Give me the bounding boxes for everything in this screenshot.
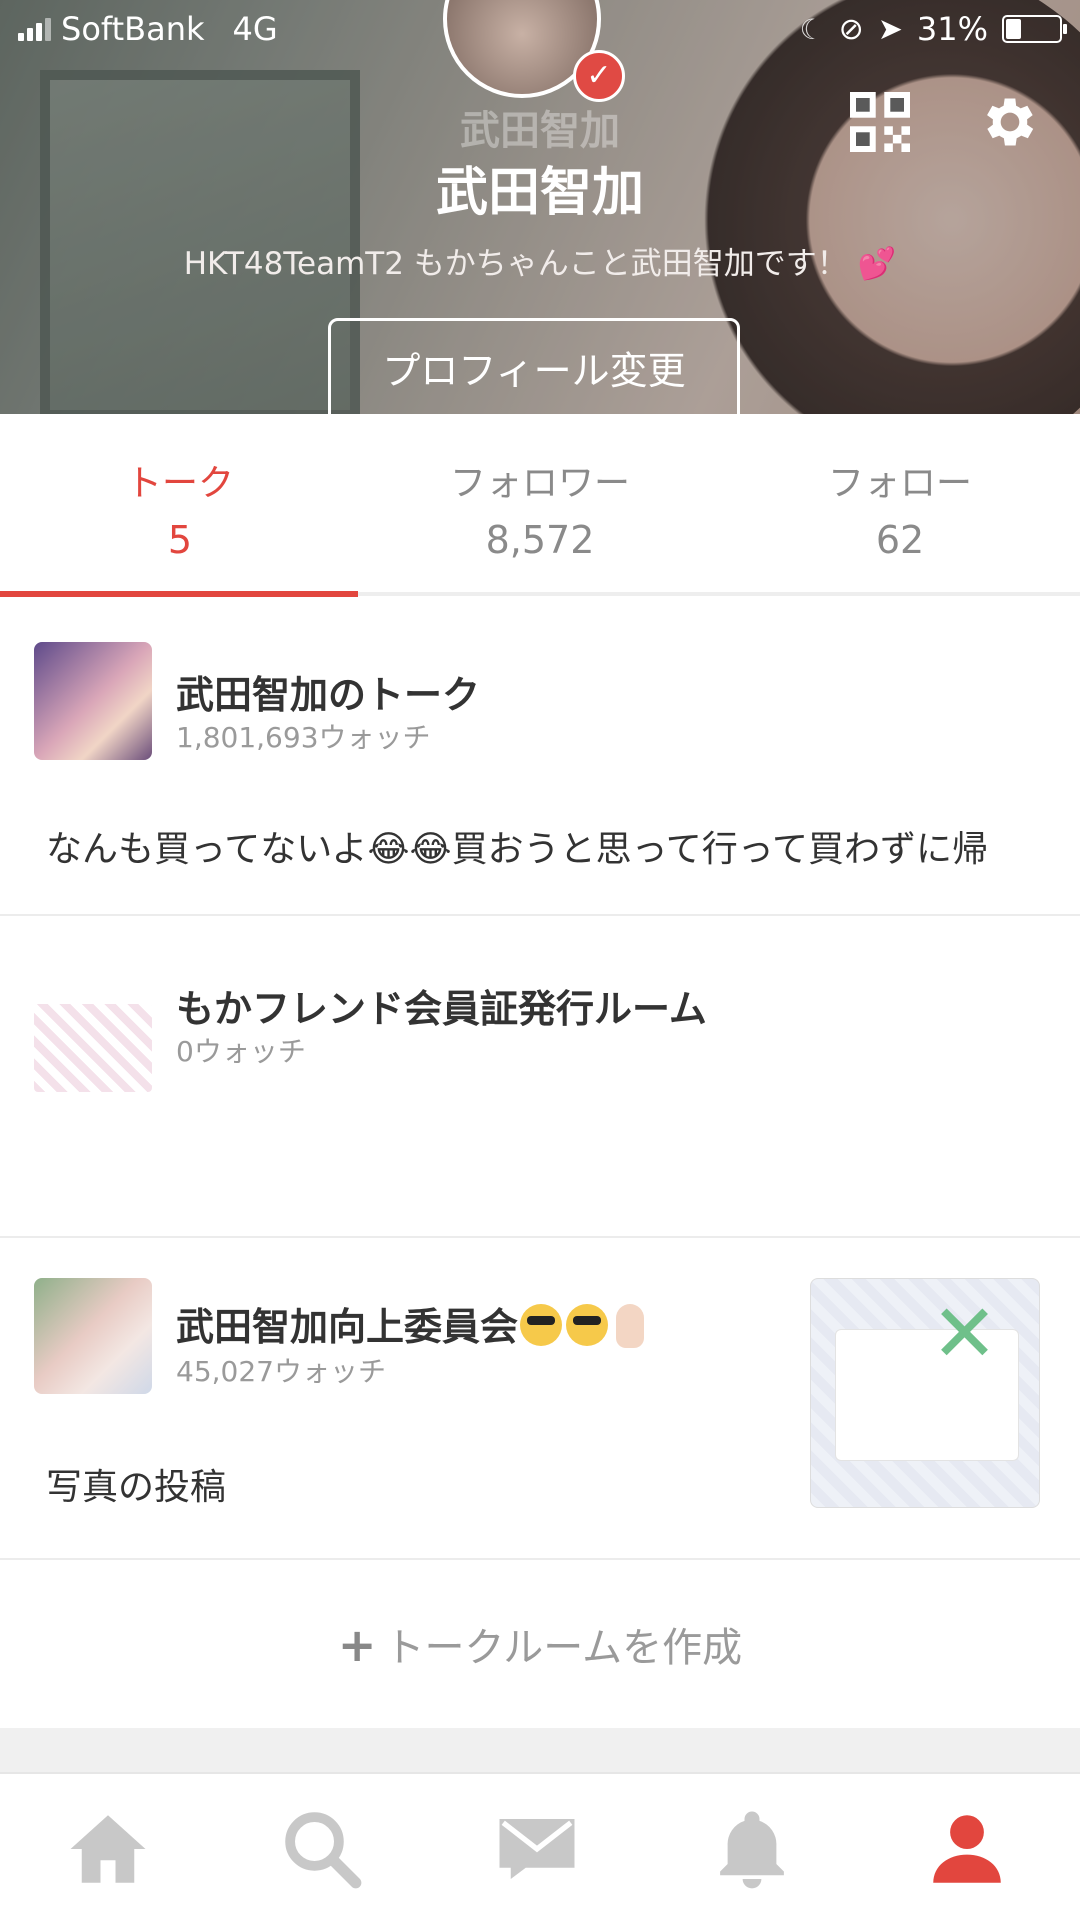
section-divider bbox=[0, 1728, 1080, 1772]
profile-bio: HKT48TeamT2 もかちゃんこと武田智加です！ 💕 bbox=[183, 246, 897, 282]
location-icon: ➤ bbox=[877, 11, 903, 47]
sunglasses-emoji-icon bbox=[520, 1304, 563, 1346]
room-latest-message: 写真の投稿 bbox=[46, 1467, 227, 1508]
battery-icon bbox=[1002, 15, 1067, 43]
tab-indicator bbox=[0, 591, 1080, 597]
tab-talk[interactable]: トーク 5 bbox=[0, 454, 360, 562]
talk-room-item[interactable]: もかフレンド会員証発行ルーム 0ウォッチ bbox=[0, 916, 1080, 1238]
tab-followers[interactable]: フォロワー 8,572 bbox=[360, 454, 720, 562]
talk-room-item[interactable]: 武田智加向上委員会 45,027ウォッチ 写真の投稿 ✕ bbox=[0, 1238, 1080, 1560]
room-title: 武田智加向上委員会 bbox=[176, 1296, 645, 1351]
profile-icon[interactable] bbox=[922, 1804, 1012, 1894]
post-image-thumbnail[interactable]: ✕ bbox=[810, 1278, 1040, 1508]
room-thumbnail bbox=[34, 1278, 152, 1394]
bottom-nav bbox=[0, 1772, 1080, 1922]
profile-stats-tabs: トーク 5 フォロワー 8,572 フォロー 62 bbox=[0, 414, 1080, 596]
edit-profile-button[interactable]: プロフィール変更 bbox=[328, 318, 740, 414]
room-thumbnail bbox=[34, 1004, 152, 1092]
room-latest-message: なんも買ってないよ😂😂買おうと思って行って買わずに帰 bbox=[46, 829, 989, 870]
moon-icon: ☾ bbox=[799, 12, 825, 46]
ghost-name: 武田智加 bbox=[460, 108, 620, 154]
tab-following[interactable]: フォロー 62 bbox=[720, 454, 1080, 562]
room-watch-count: 45,027ウォッチ bbox=[176, 1355, 386, 1388]
search-icon[interactable] bbox=[277, 1804, 367, 1894]
plus-icon: + bbox=[337, 1618, 377, 1672]
bell-icon[interactable] bbox=[707, 1804, 797, 1894]
verified-check-icon: ✓ bbox=[573, 50, 625, 102]
battery-percent: 31% bbox=[916, 10, 988, 48]
rotation-lock-icon: ⊘ bbox=[838, 11, 864, 47]
room-title: 武田智加のトーク bbox=[176, 673, 481, 717]
home-icon[interactable] bbox=[63, 1804, 153, 1894]
profile-header: SoftBank 4G 21:29 ☾ ⊘ ➤ 31% ✓ 武田智加 武田智加 … bbox=[0, 0, 1080, 414]
profile-name: 武田智加 bbox=[435, 163, 644, 223]
room-watch-count: 1,801,693ウォッチ bbox=[176, 721, 431, 754]
room-watch-count: 0ウォッチ bbox=[176, 1035, 306, 1068]
qr-code-icon[interactable] bbox=[850, 92, 910, 152]
message-icon[interactable] bbox=[492, 1804, 582, 1894]
gear-icon[interactable] bbox=[978, 90, 1042, 154]
sunglasses-emoji-icon bbox=[566, 1304, 609, 1346]
talk-room-item[interactable]: 武田智加のトーク 1,801,693ウォッチ なんも買ってないよ😂😂買おうと思っ… bbox=[0, 598, 1080, 916]
pointing-hand-icon bbox=[616, 1304, 645, 1348]
room-title: もかフレンド会員証発行ルーム bbox=[176, 987, 707, 1031]
room-thumbnail bbox=[34, 642, 152, 760]
hearts-icon: 💕 bbox=[857, 246, 897, 282]
create-talk-room-button[interactable]: + トークルームを作成 bbox=[0, 1560, 1080, 1730]
